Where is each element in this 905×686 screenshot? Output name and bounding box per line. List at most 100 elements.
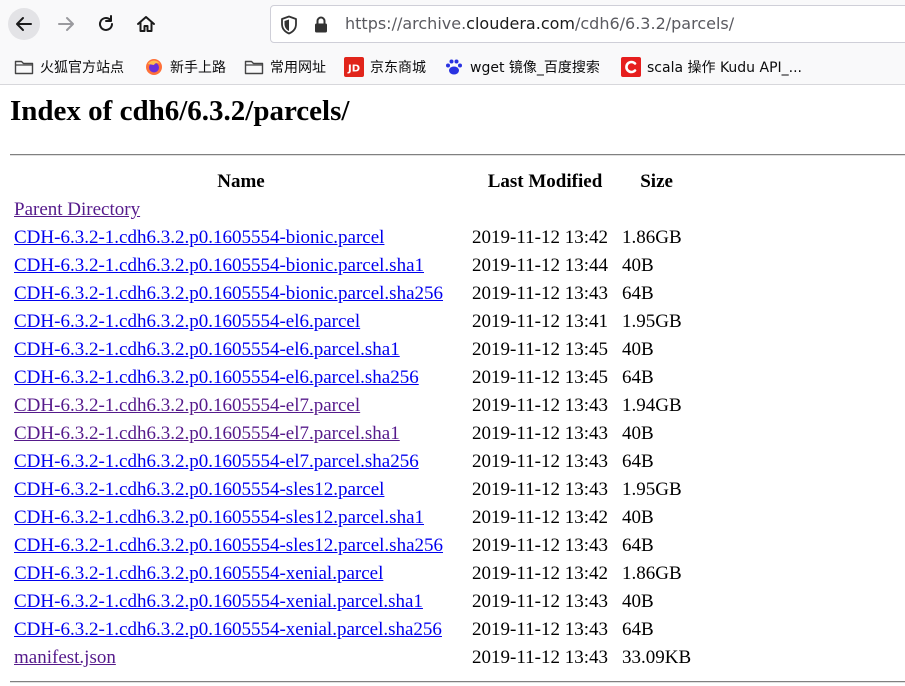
modified-cell: 2019-11-12 13:43 — [472, 395, 608, 416]
table-row: CDH-6.3.2-1.cdh6.3.2.p0.1605554-xenial.p… — [12, 616, 693, 644]
parent-directory-row: Parent Directory — [12, 196, 693, 224]
horizontal-rule — [10, 154, 905, 156]
svg-text:JD: JD — [347, 64, 360, 75]
reload-icon — [99, 15, 113, 31]
size-cell: 64B — [622, 367, 654, 388]
bookmark-getting-started[interactable]: 新手上路 — [144, 56, 226, 78]
file-link[interactable]: CDH-6.3.2-1.cdh6.3.2.p0.1605554-xenial.p… — [14, 563, 383, 584]
shield-icon[interactable] — [280, 15, 298, 35]
bookmark-label: scala 操作 Kudu API_... — [647, 60, 803, 76]
table-row: CDH-6.3.2-1.cdh6.3.2.p0.1605554-el6.parc… — [12, 364, 693, 392]
file-link[interactable]: CDH-6.3.2-1.cdh6.3.2.p0.1605554-el6.parc… — [14, 339, 400, 360]
csdn-icon — [621, 57, 641, 77]
file-link[interactable]: CDH-6.3.2-1.cdh6.3.2.p0.1605554-el6.parc… — [14, 311, 360, 332]
file-link[interactable]: CDH-6.3.2-1.cdh6.3.2.p0.1605554-xenial.p… — [14, 619, 442, 640]
file-link[interactable]: CDH-6.3.2-1.cdh6.3.2.p0.1605554-el6.parc… — [14, 367, 419, 388]
file-link[interactable]: CDH-6.3.2-1.cdh6.3.2.p0.1605554-bionic.p… — [14, 283, 443, 304]
size-cell: 1.95GB — [622, 311, 682, 332]
home-icon — [137, 16, 155, 32]
bookmark-common-sites[interactable]: 常用网址 — [244, 56, 326, 78]
modified-cell: 2019-11-12 13:42 — [472, 507, 608, 528]
baidu-paw-icon — [444, 57, 464, 77]
url-path: /cdh6/6.3.2/parcels/ — [574, 14, 735, 33]
modified-cell: 2019-11-12 13:44 — [472, 255, 608, 276]
file-link[interactable]: CDH-6.3.2-1.cdh6.3.2.p0.1605554-el7.parc… — [14, 395, 360, 416]
bookmark-label: 新手上路 — [170, 60, 226, 76]
size-cell: 64B — [622, 619, 654, 640]
bookmark-label: wget 镜像_百度搜索 — [470, 60, 600, 76]
home-button[interactable] — [130, 8, 162, 40]
file-link[interactable]: CDH-6.3.2-1.cdh6.3.2.p0.1605554-sles12.p… — [14, 535, 443, 556]
arrow-right-icon — [58, 17, 74, 31]
url-prefix: https://archive. — [345, 14, 467, 33]
size-cell: 64B — [622, 535, 654, 556]
file-link[interactable]: manifest.json — [14, 647, 116, 668]
url-host: cloudera.com — [466, 14, 575, 33]
table-row: CDH-6.3.2-1.cdh6.3.2.p0.1605554-sles12.p… — [12, 504, 693, 532]
modified-cell: 2019-11-12 13:43 — [472, 647, 608, 668]
column-header-size: Size — [640, 171, 673, 192]
size-cell: 40B — [622, 591, 654, 612]
modified-cell: 2019-11-12 13:42 — [472, 227, 608, 248]
size-cell: 33.09KB — [622, 647, 692, 668]
horizontal-rule — [10, 681, 905, 683]
column-header-last-modified: Last Modified — [487, 171, 603, 192]
bookmark-huohu-official[interactable]: 火狐官方站点 — [14, 56, 124, 78]
table-row: CDH-6.3.2-1.cdh6.3.2.p0.1605554-bionic.p… — [12, 224, 693, 252]
table-row: CDH-6.3.2-1.cdh6.3.2.p0.1605554-bionic.p… — [12, 280, 693, 308]
size-cell: 1.86GB — [622, 563, 682, 584]
bookmark-baidu-wget[interactable]: wget 镜像_百度搜索 — [444, 56, 600, 78]
forward-button[interactable] — [50, 8, 82, 40]
arrow-left-icon — [16, 17, 32, 31]
bookmark-csdn-scala-kudu[interactable]: scala 操作 Kudu API_... — [621, 56, 802, 78]
bookmarks-toolbar: 火狐官方站点 新手上路 常用网址 JD 京东商城 wget 镜像_百度搜索 sc… — [0, 48, 905, 85]
modified-cell: 2019-11-12 13:43 — [472, 423, 608, 444]
file-link[interactable]: CDH-6.3.2-1.cdh6.3.2.p0.1605554-el7.parc… — [14, 423, 400, 444]
bookmark-jd[interactable]: JD 京东商城 — [344, 56, 426, 78]
modified-cell: 2019-11-12 13:43 — [472, 479, 608, 500]
size-cell: 1.94GB — [622, 395, 682, 416]
table-header-row: Name Last Modified Size — [12, 168, 693, 196]
jd-icon: JD — [344, 57, 364, 77]
column-header-name: Name — [217, 171, 265, 192]
file-link[interactable]: CDH-6.3.2-1.cdh6.3.2.p0.1605554-el7.parc… — [14, 451, 419, 472]
file-link[interactable]: CDH-6.3.2-1.cdh6.3.2.p0.1605554-bionic.p… — [14, 227, 384, 248]
table-row: CDH-6.3.2-1.cdh6.3.2.p0.1605554-el6.parc… — [12, 336, 693, 364]
modified-cell: 2019-11-12 13:43 — [472, 591, 608, 612]
table-row: CDH-6.3.2-1.cdh6.3.2.p0.1605554-el7.parc… — [12, 448, 693, 476]
parent-directory-link[interactable]: Parent Directory — [14, 199, 140, 220]
file-link[interactable]: CDH-6.3.2-1.cdh6.3.2.p0.1605554-sles12.p… — [14, 479, 384, 500]
file-link[interactable]: CDH-6.3.2-1.cdh6.3.2.p0.1605554-sles12.p… — [14, 507, 424, 528]
size-cell: 40B — [622, 423, 654, 444]
size-cell: 64B — [622, 451, 654, 472]
table-row: CDH-6.3.2-1.cdh6.3.2.p0.1605554-xenial.p… — [12, 560, 693, 588]
bookmark-label: 火狐官方站点 — [40, 60, 124, 76]
lock-icon[interactable] — [313, 15, 329, 35]
table-row: CDH-6.3.2-1.cdh6.3.2.p0.1605554-sles12.p… — [12, 476, 693, 504]
bookmark-label: 京东商城 — [370, 60, 426, 76]
modified-cell: 2019-11-12 13:43 — [472, 619, 608, 640]
modified-cell: 2019-11-12 13:43 — [472, 451, 608, 472]
folder-icon — [14, 57, 34, 77]
bookmark-label: 常用网址 — [270, 60, 326, 76]
table-row: CDH-6.3.2-1.cdh6.3.2.p0.1605554-el7.parc… — [12, 392, 693, 420]
size-cell: 40B — [622, 255, 654, 276]
table-row: CDH-6.3.2-1.cdh6.3.2.p0.1605554-sles12.p… — [12, 532, 693, 560]
file-link[interactable]: CDH-6.3.2-1.cdh6.3.2.p0.1605554-xenial.p… — [14, 591, 423, 612]
url-text[interactable]: https://archive.cloudera.com/cdh6/6.3.2/… — [345, 14, 734, 33]
modified-cell: 2019-11-12 13:42 — [472, 563, 608, 584]
table-row: CDH-6.3.2-1.cdh6.3.2.p0.1605554-xenial.p… — [12, 588, 693, 616]
url-bar[interactable]: https://archive.cloudera.com/cdh6/6.3.2/… — [270, 5, 905, 43]
browser-toolbar: https://archive.cloudera.com/cdh6/6.3.2/… — [0, 0, 905, 48]
modified-cell: 2019-11-12 13:43 — [472, 535, 608, 556]
table-row: CDH-6.3.2-1.cdh6.3.2.p0.1605554-bionic.p… — [12, 252, 693, 280]
modified-cell: 2019-11-12 13:45 — [472, 339, 608, 360]
reload-button[interactable] — [90, 8, 122, 40]
size-cell: 1.95GB — [622, 479, 682, 500]
back-button[interactable] — [8, 8, 40, 40]
modified-cell: 2019-11-12 13:41 — [472, 311, 608, 332]
firefox-icon — [144, 57, 164, 77]
table-row: CDH-6.3.2-1.cdh6.3.2.p0.1605554-el7.parc… — [12, 420, 693, 448]
file-link[interactable]: CDH-6.3.2-1.cdh6.3.2.p0.1605554-bionic.p… — [14, 255, 424, 276]
size-cell: 40B — [622, 507, 654, 528]
